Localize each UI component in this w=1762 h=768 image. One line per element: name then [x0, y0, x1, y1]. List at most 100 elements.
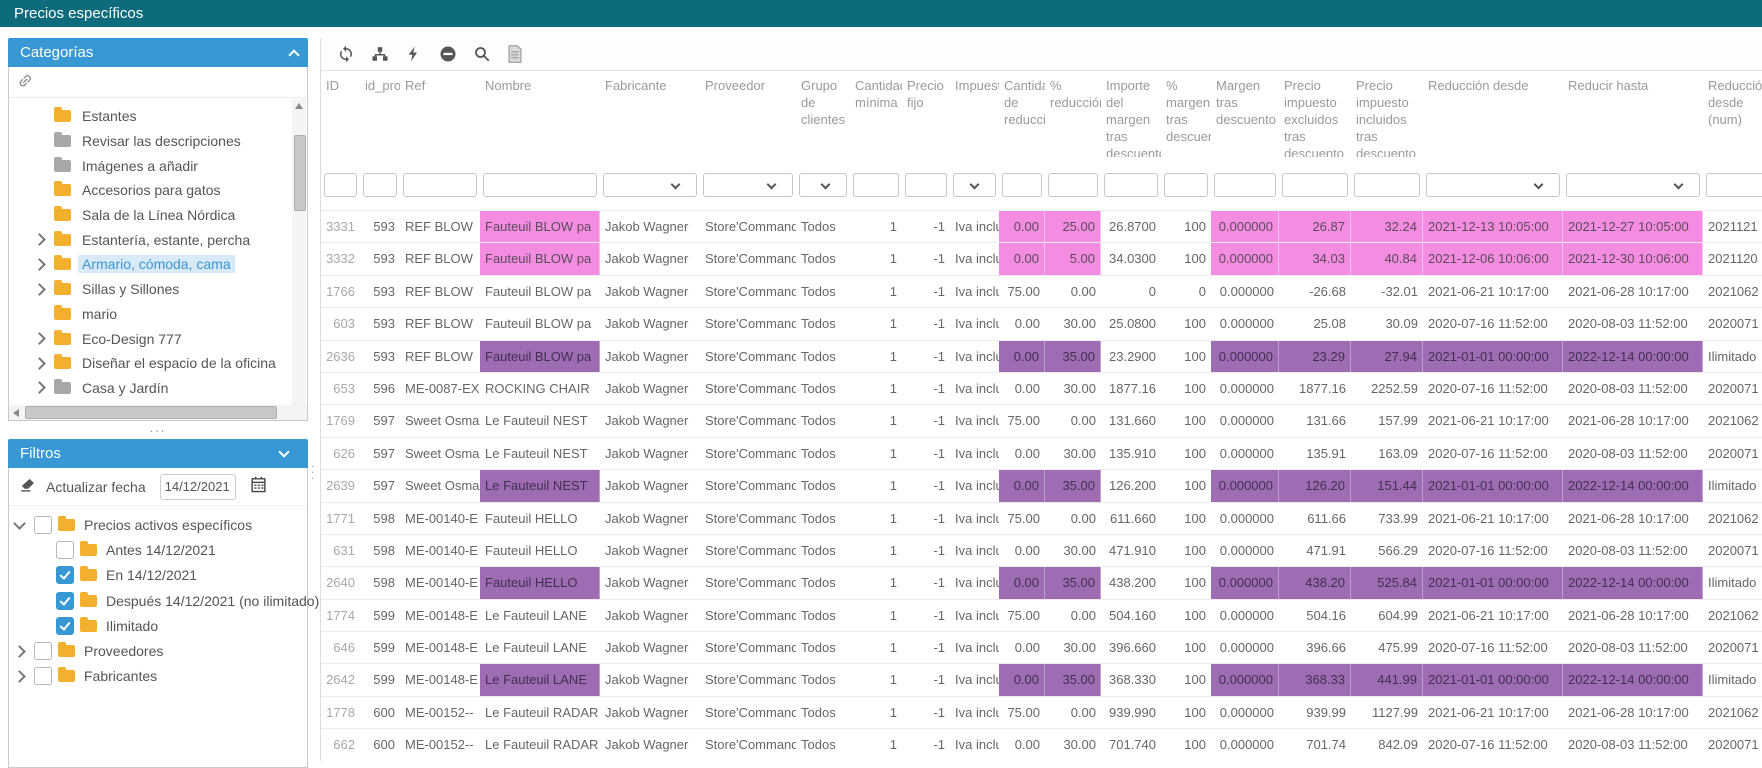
table-row[interactable]: 2636593REF BLOWFauteuil BLOW paJakob Wag…	[321, 340, 1762, 372]
column-header[interactable]: Ref	[400, 77, 480, 157]
filter-item[interactable]: Fabricantes	[9, 664, 307, 689]
calendar-icon[interactable]	[250, 476, 267, 498]
column-header[interactable]: Nombre	[480, 77, 600, 157]
table-row[interactable]: 2640598ME-00140-EFauteuil HELLOJakob Wag…	[321, 566, 1762, 598]
column-header[interactable]: Grupo de clientes	[796, 77, 850, 157]
sitemap-icon[interactable]	[371, 45, 389, 63]
column-header[interactable]: Fabricante	[600, 77, 700, 157]
column-header[interactable]: Precio impuesto excluidos tras descuento	[1279, 77, 1351, 157]
lightning-icon[interactable]	[405, 45, 423, 63]
filter-input[interactable]	[1104, 173, 1158, 197]
table-row[interactable]: 2642599ME-00148-ELe Fauteuil LANEJakob W…	[321, 663, 1762, 695]
block-icon[interactable]	[439, 45, 457, 63]
column-header[interactable]: Cantidad mínima	[850, 77, 902, 157]
categories-panel-header[interactable]: Categorías	[8, 38, 308, 67]
filter-input[interactable]	[1048, 173, 1098, 197]
table-row[interactable]: 662600ME-00152--Le Fauteuil RADARJakob W…	[321, 728, 1762, 760]
checkbox[interactable]	[56, 592, 74, 610]
filter-input[interactable]	[1164, 173, 1208, 197]
checkbox[interactable]	[34, 667, 52, 685]
table-row[interactable]: 653596ME-0087-EXROCKING CHAIRJakob Wagne…	[321, 372, 1762, 404]
chevron-right-icon[interactable]	[33, 233, 46, 246]
table-row[interactable]: 3331593REF BLOWFauteuil BLOW paJakob Wag…	[321, 210, 1762, 242]
filter-select[interactable]	[703, 173, 793, 197]
filter-select[interactable]	[799, 173, 847, 197]
chevron-right-icon[interactable]	[13, 670, 26, 683]
table-row[interactable]: 2639597Sweet OsmaLe Fauteuil NESTJakob W…	[321, 469, 1762, 501]
chevron-down-icon[interactable]	[278, 446, 289, 457]
table-row[interactable]: 3332593REF BLOWFauteuil BLOW paJakob Wag…	[321, 242, 1762, 274]
column-header[interactable]: Reducción desde	[1423, 77, 1563, 157]
table-row[interactable]: 1771598ME-00140-EFauteuil HELLOJakob Wag…	[321, 502, 1762, 534]
category-item[interactable]: Eco-Design 777	[9, 326, 291, 351]
filter-input[interactable]	[853, 173, 899, 197]
filter-input[interactable]	[905, 173, 947, 197]
filter-item[interactable]: Precios activos específicos	[9, 512, 307, 537]
checkbox[interactable]	[56, 617, 74, 635]
category-item[interactable]: Revisar las descripciones	[9, 129, 291, 154]
category-item[interactable]: Armario, cómoda, cama	[9, 252, 291, 277]
filter-select[interactable]	[953, 173, 996, 197]
checkbox[interactable]	[56, 566, 74, 584]
column-header[interactable]: ID	[321, 77, 360, 157]
filter-input[interactable]	[1706, 173, 1762, 197]
table-row[interactable]: 626597Sweet OsmaLe Fauteuil NESTJakob Wa…	[321, 437, 1762, 469]
column-header[interactable]: Reducción desde (num)	[1703, 77, 1762, 157]
category-item[interactable]: Diseñar el espacio de la oficina	[9, 351, 291, 376]
horizontal-scroll-thumb[interactable]	[25, 406, 277, 419]
column-header[interactable]: Cantidad de reducción	[999, 77, 1045, 157]
panel-resize-handle[interactable]: ...	[8, 421, 308, 439]
category-item[interactable]: Sillas y Sillones	[9, 277, 291, 302]
filter-input[interactable]	[1282, 173, 1348, 197]
vertical-scroll-thumb[interactable]	[294, 135, 306, 211]
table-row[interactable]: 1769597Sweet OsmaLe Fauteuil NESTJakob W…	[321, 404, 1762, 436]
category-item[interactable]: Casa y Jardín	[9, 376, 291, 401]
checkbox[interactable]	[56, 541, 74, 559]
column-header[interactable]: id_product	[360, 77, 400, 157]
category-tree-horizontal-scrollbar[interactable]	[9, 405, 307, 420]
table-row[interactable]: 646599ME-00148-ELe Fauteuil LANEJakob Wa…	[321, 631, 1762, 663]
filter-select[interactable]	[1566, 173, 1700, 197]
column-header[interactable]: Impuesto	[950, 77, 999, 157]
filter-input[interactable]	[1002, 173, 1042, 197]
filter-select[interactable]	[1426, 173, 1560, 197]
column-header[interactable]: Margen tras descuento	[1211, 77, 1279, 157]
filter-input[interactable]	[483, 173, 597, 197]
search-icon[interactable]	[473, 45, 491, 63]
category-item[interactable]: Accesorios para gatos	[9, 178, 291, 203]
chevron-right-icon[interactable]	[13, 645, 26, 658]
chevron-right-icon[interactable]	[33, 283, 46, 296]
filter-select[interactable]	[603, 173, 697, 197]
column-header[interactable]: Reducir hasta	[1563, 77, 1703, 157]
sidebar-splitter-handle[interactable]: ...	[311, 460, 314, 478]
scroll-left-icon[interactable]	[13, 409, 19, 417]
filter-item[interactable]: Proveedores	[9, 638, 307, 663]
document-icon[interactable]	[507, 45, 523, 63]
category-item[interactable]: Sala de la Línea Nórdica	[9, 203, 291, 228]
filter-item[interactable]: Antes 14/12/2021	[9, 537, 307, 562]
link-icon[interactable]	[14, 69, 40, 95]
category-item[interactable]: Imágenes a añadir	[9, 153, 291, 178]
refresh-icon[interactable]	[337, 45, 355, 63]
table-row[interactable]: 631598ME-00140-EFauteuil HELLOJakob Wagn…	[321, 534, 1762, 566]
filter-input[interactable]	[324, 173, 357, 197]
column-header[interactable]: % reducción	[1045, 77, 1101, 157]
category-item[interactable]: Estantería, estante, percha	[9, 227, 291, 252]
filters-panel-header[interactable]: Filtros	[8, 439, 308, 468]
chevron-right-icon[interactable]	[33, 258, 46, 271]
date-input[interactable]	[160, 474, 236, 500]
table-row[interactable]: 1774599ME-00148-ELe Fauteuil LANEJakob W…	[321, 599, 1762, 631]
column-header[interactable]: Proveedor	[700, 77, 796, 157]
filter-item[interactable]: Ilimitado	[9, 613, 307, 638]
column-header[interactable]: Precio fijo	[902, 77, 950, 157]
column-header[interactable]: % margen tras descuento	[1161, 77, 1211, 157]
chevron-down-icon[interactable]	[13, 517, 26, 530]
table-row[interactable]: 603593REF BLOWFauteuil BLOW paJakob Wagn…	[321, 307, 1762, 339]
table-row[interactable]: 1778600ME-00152--Le Fauteuil RADARJakob …	[321, 696, 1762, 728]
eraser-icon[interactable]	[19, 476, 36, 498]
column-header[interactable]: Importe del margen tras descuento	[1101, 77, 1161, 157]
chevron-right-icon[interactable]	[33, 332, 46, 345]
column-header[interactable]: Precio impuesto incluidos tras descuento	[1351, 77, 1423, 157]
category-tree-vertical-scrollbar[interactable]	[292, 99, 306, 405]
checkbox[interactable]	[34, 642, 52, 660]
